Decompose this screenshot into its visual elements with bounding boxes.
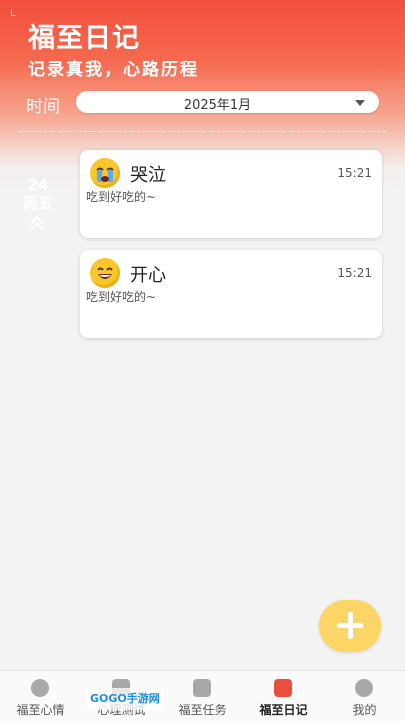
entry-text: 吃到好吃的~ [86, 190, 157, 204]
diary-icon [274, 679, 292, 697]
page-subtitle: 记录真我，心路历程 [28, 60, 199, 80]
tab-label: 福至任务 [178, 703, 227, 717]
mood-label: 哭泣 [130, 165, 166, 186]
tab-label: 福至日记 [259, 703, 308, 717]
tab-tasks[interactable]: 福至任务 [162, 671, 243, 721]
caret-down-icon [355, 100, 365, 106]
date-marker: 24 周五 [18, 176, 58, 237]
add-entry-button[interactable] [319, 600, 381, 652]
entry-header: 哭泣 15:21 [90, 158, 372, 188]
smiling-face-icon [90, 258, 120, 288]
entry-header: 开心 15:21 [90, 258, 372, 288]
diary-entry-card[interactable]: 开心 15:21 吃到好吃的~ [80, 250, 382, 338]
month-select[interactable]: 2025年1月 [76, 91, 379, 113]
time-filter-row: 时间 2025年1月 [26, 90, 386, 117]
crying-face-icon [90, 158, 120, 188]
mood-label: 开心 [130, 265, 166, 286]
entry-time: 15:21 [337, 266, 372, 280]
entry-text: 吃到好吃的~ [86, 290, 157, 304]
corner-mark: L [10, 8, 16, 19]
smile-icon [31, 679, 49, 697]
time-label: 时间 [26, 97, 60, 117]
month-value: 2025年1月 [183, 98, 252, 113]
tab-mood[interactable]: 福至心情 [0, 671, 81, 721]
diary-entry-card[interactable]: 哭泣 15:21 吃到好吃的~ [80, 150, 382, 238]
chat-icon [355, 679, 373, 697]
checklist-icon [193, 679, 211, 697]
date-weekday: 周五 [22, 194, 53, 212]
entry-time: 15:21 [337, 166, 372, 180]
tab-profile[interactable]: 我的 [324, 671, 405, 721]
dashed-divider [18, 131, 386, 132]
bottom-tab-bar: 福至心情 心理测试 福至任务 福至日记 我的 [0, 670, 405, 721]
tab-diary[interactable]: 福至日记 [243, 671, 324, 721]
double-chevron-up-icon[interactable] [18, 214, 58, 237]
watermark: GOGO手游网 [86, 688, 164, 710]
tab-label: 我的 [352, 703, 377, 717]
date-day: 24 [27, 176, 49, 194]
tab-label: 福至心情 [16, 703, 65, 717]
page-title: 福至日记 [28, 23, 140, 54]
